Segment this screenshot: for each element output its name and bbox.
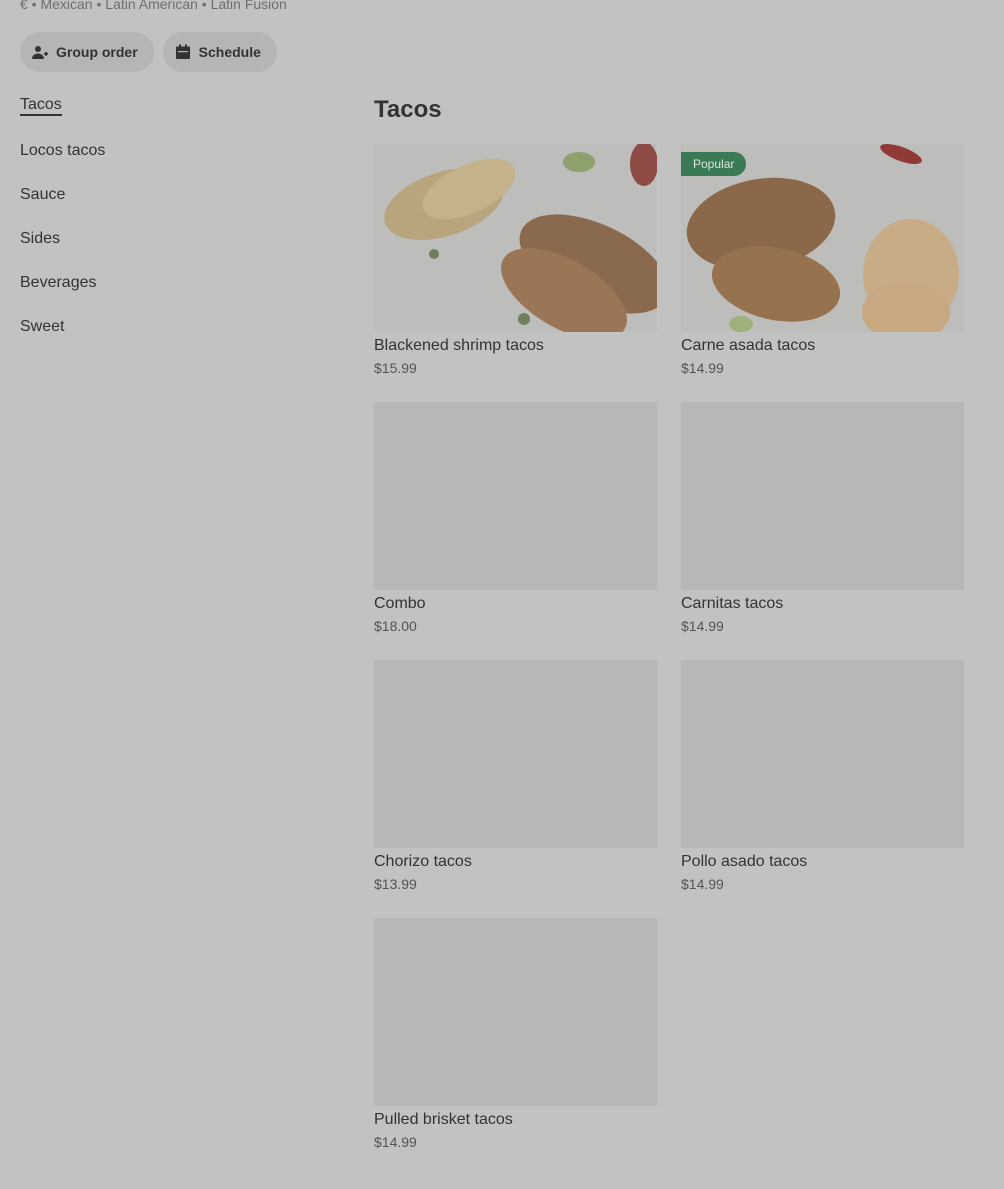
menu-item-card[interactable]: Combo $18.00	[374, 402, 657, 636]
menu-item-name: Carnitas tacos	[681, 595, 784, 612]
popular-badge: Popular	[681, 152, 747, 176]
category-nav-label: Tacos	[20, 96, 62, 116]
group-order-button[interactable]: Group order	[20, 32, 154, 72]
category-nav-item-beverages[interactable]: Beverages	[20, 272, 320, 316]
menu-item-image-placeholder	[681, 660, 964, 848]
menu-item-image-placeholder	[374, 402, 657, 590]
menu-item-image-placeholder	[374, 660, 657, 848]
menu-item-name: Pulled brisket tacos	[374, 1111, 513, 1128]
menu-item-name: Combo	[374, 595, 426, 612]
category-nav-item-sauce[interactable]: Sauce	[20, 184, 320, 228]
menu-item-image	[374, 144, 657, 332]
menu-item-price: $14.99	[681, 618, 724, 634]
menu-item-image-placeholder	[681, 402, 964, 590]
calendar-icon	[175, 44, 191, 60]
category-nav-label: Sides	[20, 230, 61, 247]
person-add-icon	[32, 44, 48, 60]
store-actions: Group order Schedule	[20, 32, 277, 72]
menu-item-price: $14.99	[681, 876, 724, 892]
group-order-label: Group order	[56, 44, 138, 60]
category-nav-item-sides[interactable]: Sides	[20, 228, 320, 272]
menu-item-grid: Blackened shrimp tacos $15.99 Popular Ca…	[374, 144, 964, 1152]
menu-item-card[interactable]: Chorizo tacos $13.99	[374, 660, 657, 894]
category-nav-label: Sweet	[20, 318, 65, 335]
menu-item-name: Pollo asado tacos	[681, 853, 808, 870]
menu-item-image: Popular	[681, 144, 964, 332]
menu-item-name: Blackened shrimp tacos	[374, 337, 544, 354]
menu-item-price: $13.99	[374, 876, 417, 892]
category-nav-item-locos-tacos[interactable]: Locos tacos	[20, 140, 320, 184]
category-nav-label: Beverages	[20, 274, 97, 291]
menu-item-image-placeholder	[374, 918, 657, 1106]
menu-item-price: $14.99	[374, 1134, 417, 1150]
category-nav-item-sweet[interactable]: Sweet	[20, 316, 320, 360]
category-nav-label: Sauce	[20, 186, 66, 203]
category-nav-item-tacos[interactable]: Tacos	[20, 94, 320, 140]
section-title: Tacos	[374, 96, 442, 123]
menu-item-card[interactable]: Carnitas tacos $14.99	[681, 402, 964, 636]
menu-item-card[interactable]: Blackened shrimp tacos $15.99	[374, 144, 657, 378]
menu-item-price: $14.99	[681, 360, 724, 376]
menu-item-card[interactable]: Pulled brisket tacos $14.99	[374, 918, 657, 1152]
schedule-label: Schedule	[198, 44, 261, 60]
schedule-button[interactable]: Schedule	[162, 32, 277, 72]
category-nav-label: Locos tacos	[20, 142, 106, 159]
menu-item-card[interactable]: Popular Carne asada tacos $14.99	[681, 144, 964, 378]
menu-item-name: Carne asada tacos	[681, 337, 816, 354]
menu-item-price: $15.99	[374, 360, 417, 376]
cuisine-tags: € • Mexican • Latin American • Latin Fus…	[20, 0, 287, 12]
menu-category-nav: Tacos Locos tacos Sauce Sides Beverages …	[20, 94, 320, 360]
menu-item-card[interactable]: Pollo asado tacos $14.99	[681, 660, 964, 894]
menu-item-name: Chorizo tacos	[374, 853, 472, 870]
menu-item-price: $18.00	[374, 618, 417, 634]
